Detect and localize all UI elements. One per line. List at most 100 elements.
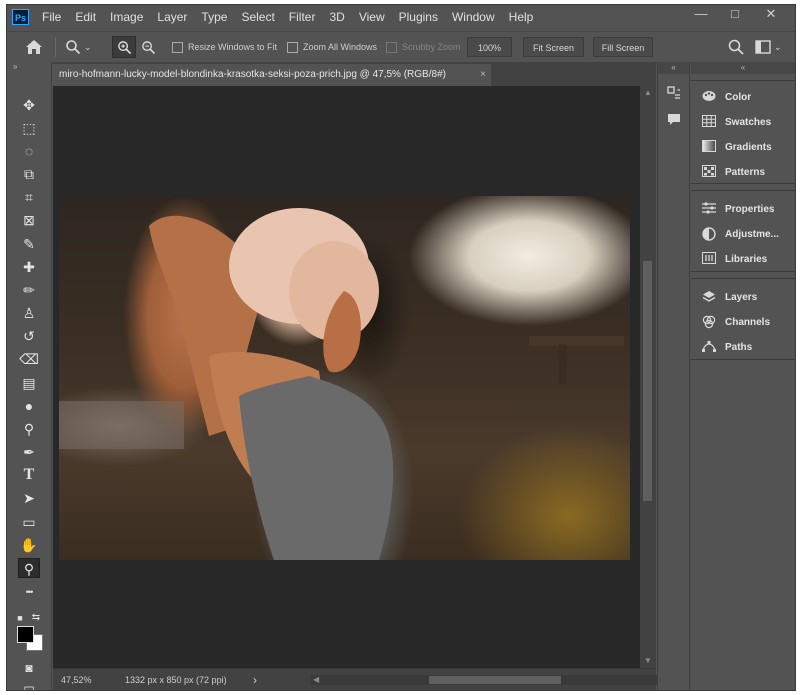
menu-layer[interactable]: Layer [150, 5, 194, 29]
crop-tool-icon[interactable]: ⌗ [18, 187, 40, 207]
eraser-tool-icon[interactable]: ⌫ [18, 349, 40, 369]
rectangle-tool-icon[interactable]: ▭ [18, 512, 40, 532]
scrubby-zoom-checkbox[interactable]: Scrubby Zoom [386, 32, 461, 62]
panel-gradients-label: Gradients [725, 141, 772, 153]
dodge-tool-icon[interactable]: ⚲ [18, 419, 40, 439]
frame-tool-icon[interactable]: ⊠ [18, 210, 40, 230]
menu-items: File Edit Image Layer Type Select Filter… [35, 5, 540, 29]
gradient-tool-icon[interactable]: ▤ [18, 373, 40, 393]
document-image[interactable] [59, 196, 630, 560]
zoom-in-button[interactable] [112, 36, 136, 58]
more-tools-button[interactable]: ••• [18, 582, 40, 602]
panel-layers[interactable]: Layers [691, 285, 795, 309]
workspace-button[interactable]: ⌄ [755, 32, 782, 62]
status-bar: 47,52% 1332 px x 850 px (72 ppi) › ◀ ▶ [53, 668, 671, 690]
panel-patterns[interactable]: Patterns [691, 160, 795, 184]
panel-libraries[interactable]: Libraries [691, 247, 795, 271]
paths-icon [701, 340, 717, 354]
panel-swatches[interactable]: Swatches [691, 110, 795, 134]
color-palette-icon [701, 90, 717, 104]
comment-icon [668, 114, 680, 125]
zoom-out-button[interactable] [141, 32, 156, 62]
scroll-up-icon[interactable]: ▲ [644, 88, 652, 97]
vertical-scrollbar[interactable]: ▲ ▼ [640, 86, 656, 668]
scroll-left-icon[interactable]: ◀ [313, 675, 319, 684]
lasso-tool-icon[interactable]: ◌ [18, 141, 40, 161]
divider [55, 37, 56, 57]
menu-edit[interactable]: Edit [68, 5, 103, 29]
menu-view[interactable]: View [352, 5, 392, 29]
zoom-all-windows-checkbox[interactable]: Zoom All Windows [287, 32, 377, 62]
fit-screen-button[interactable]: Fit Screen [523, 37, 584, 57]
panel-channels-label: Channels [725, 316, 771, 328]
document-tab[interactable]: miro-hofmann-lucky-model-blondinka-kraso… [53, 64, 491, 86]
pen-tool-icon[interactable]: ✒ [18, 442, 40, 462]
panel-adjustments[interactable]: Adjustme... [691, 222, 795, 246]
menu-file[interactable]: File [35, 5, 68, 29]
collapse-panels-icon[interactable]: « [691, 62, 795, 74]
minimize-button[interactable]: — [687, 5, 715, 25]
marquee-tool-icon[interactable]: ⬚ [18, 118, 40, 138]
menu-filter[interactable]: Filter [282, 5, 323, 29]
object-select-tool-icon[interactable]: ⧉ [18, 164, 40, 184]
checkbox-icon [386, 41, 397, 53]
zoom-in-icon [117, 40, 131, 54]
libraries-icon [701, 252, 717, 266]
search-button[interactable] [728, 32, 744, 62]
path-selection-tool-icon[interactable]: ➤ [18, 488, 40, 508]
panel-channels[interactable]: Channels [691, 310, 795, 334]
close-tab-icon[interactable]: × [480, 64, 486, 86]
panel-group-layers: Layers Channels Paths [691, 278, 795, 360]
menu-plugins[interactable]: Plugins [392, 5, 445, 29]
close-window-button[interactable]: ✕ [757, 5, 785, 25]
blur-tool-icon[interactable]: ● [18, 396, 40, 416]
hand-tool-icon[interactable]: ✋ [18, 535, 40, 555]
panel-gradients[interactable]: Gradients [691, 135, 795, 159]
canvas-area[interactable] [53, 86, 640, 668]
screen-mode-icon[interactable]: ▭ [18, 678, 40, 690]
search-icon [728, 39, 744, 55]
checkbox-icon [287, 41, 298, 53]
status-menu-arrow[interactable]: › [253, 669, 257, 690]
panel-paths[interactable]: Paths [691, 335, 795, 359]
history-brush-tool-icon[interactable]: ↺ [18, 326, 40, 346]
swap-colors-icon[interactable]: ⇆ [29, 608, 43, 628]
fill-screen-button[interactable]: Fill Screen [593, 37, 653, 57]
zoom-tool-icon[interactable]: ⚲ [18, 558, 40, 578]
zoom-tool-preset[interactable]: ⌄ [65, 32, 92, 62]
horizontal-scroll-thumb[interactable] [429, 676, 561, 684]
menu-3d[interactable]: 3D [322, 5, 351, 29]
vertical-scroll-thumb[interactable] [643, 261, 652, 501]
move-tool-icon[interactable]: ✥ [18, 95, 40, 115]
healing-brush-tool-icon[interactable]: ✚ [18, 257, 40, 277]
clone-stamp-tool-icon[interactable]: ♙ [18, 303, 40, 323]
quick-mask-icon[interactable]: ◙ [18, 658, 40, 678]
menu-help[interactable]: Help [502, 5, 541, 29]
horizontal-scrollbar[interactable]: ◀ ▶ [311, 675, 671, 685]
menu-select[interactable]: Select [234, 5, 281, 29]
default-colors-icon[interactable]: ■ [13, 608, 27, 628]
foreground-color-swatch[interactable] [17, 626, 34, 643]
comments-panel-icon[interactable] [666, 112, 682, 128]
menu-type[interactable]: Type [194, 5, 234, 29]
panel-properties[interactable]: Properties [691, 197, 795, 221]
document-tab-title: miro-hofmann-lucky-model-blondinka-kraso… [59, 69, 446, 80]
menu-image[interactable]: Image [103, 5, 150, 29]
type-tool-icon[interactable]: T [18, 465, 40, 485]
panel-color[interactable]: Color [691, 85, 795, 109]
zoom-level[interactable]: 47,52% [61, 669, 92, 690]
panel-dock: « Color Swatches Gradients Patterns Prop… [691, 62, 795, 690]
panel-paths-label: Paths [725, 341, 753, 353]
collapse-toolbar-icon[interactable]: » [13, 62, 17, 71]
zoom-all-windows-label: Zoom All Windows [303, 42, 378, 52]
maximize-button[interactable]: □ [721, 5, 749, 25]
eyedropper-tool-icon[interactable]: ✎ [18, 234, 40, 254]
history-panel-icon[interactable] [666, 86, 682, 102]
collapse-dock-icon[interactable]: « [658, 62, 689, 74]
menu-window[interactable]: Window [445, 5, 502, 29]
home-button[interactable] [25, 32, 43, 62]
scroll-down-icon[interactable]: ▼ [644, 656, 652, 665]
resize-windows-checkbox[interactable]: Resize Windows to Fit [172, 32, 277, 62]
zoom-100-button[interactable]: 100% [467, 37, 512, 57]
brush-tool-icon[interactable]: ✏ [18, 280, 40, 300]
